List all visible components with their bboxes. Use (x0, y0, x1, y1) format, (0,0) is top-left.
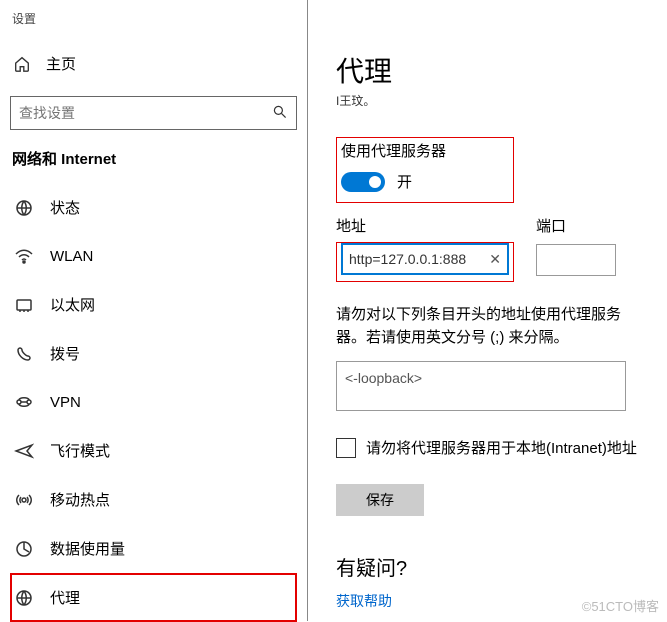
home-icon (12, 55, 32, 73)
datausage-icon (14, 539, 34, 559)
search-icon (272, 104, 288, 123)
proxy-icon (14, 588, 34, 608)
sidebar-item-label: 代理 (50, 587, 80, 608)
sidebar-item-label: WLAN (50, 248, 93, 265)
page-title: 代理 (336, 50, 667, 90)
hotspot-icon (14, 490, 34, 510)
search-input[interactable] (19, 105, 219, 121)
bypass-input[interactable]: <-loopback> (336, 361, 626, 411)
help-title: 有疑问? (336, 552, 667, 581)
settings-label: 设置 (12, 10, 297, 27)
port-input[interactable] (536, 244, 616, 276)
intranet-checkbox-label: 请勿将代理服务器用于本地(Intranet)地址 (366, 437, 637, 458)
sidebar: 设置 主页 网络和 Internet 状态 WLAN 以太网 (0, 0, 308, 621)
sidebar-item-dialup[interactable]: 拨号 (10, 329, 297, 378)
page-subtitle: I王玟。 (336, 92, 667, 109)
address-label: 地址 (336, 215, 514, 236)
sidebar-item-vpn[interactable]: VPN (10, 378, 297, 426)
intranet-checkbox[interactable] (336, 438, 356, 458)
status-icon (14, 198, 34, 218)
clear-icon[interactable]: ✕ (489, 251, 501, 268)
sidebar-item-label: 数据使用量 (50, 538, 125, 559)
save-button[interactable]: 保存 (336, 484, 424, 516)
sidebar-item-status[interactable]: 状态 (10, 183, 297, 232)
port-label: 端口 (536, 215, 616, 236)
proxy-toggle[interactable] (341, 172, 385, 192)
address-highlight: http=127.0.0.1:888 ✕ (336, 242, 514, 282)
address-value: http=127.0.0.1:888 (349, 251, 466, 267)
proxy-toggle-section: 使用代理服务器 开 (336, 137, 514, 203)
sidebar-item-label: 状态 (50, 197, 80, 218)
toggle-state-text: 开 (397, 171, 412, 192)
sidebar-item-label: 以太网 (50, 294, 95, 315)
vpn-icon (14, 392, 34, 412)
sidebar-item-ethernet[interactable]: 以太网 (10, 280, 297, 329)
sidebar-item-label: VPN (50, 394, 81, 411)
sidebar-item-hotspot[interactable]: 移动热点 (10, 475, 297, 524)
watermark: ©51CTO博客 (582, 596, 659, 615)
wifi-icon (14, 246, 34, 266)
home-row[interactable]: 主页 (10, 47, 297, 80)
section-header: 网络和 Internet (12, 148, 297, 169)
sidebar-item-label: 移动热点 (50, 489, 110, 510)
address-input[interactable]: http=127.0.0.1:888 ✕ (341, 243, 509, 275)
bypass-value: <-loopback> (345, 370, 422, 386)
bypass-note: 请勿对以下列条目开头的地址使用代理服务器。若请使用英文分号 (;) 来分隔。 (336, 304, 646, 349)
sidebar-item-proxy[interactable]: 代理 (10, 573, 297, 622)
sidebar-item-datausage[interactable]: 数据使用量 (10, 524, 297, 573)
search-box[interactable] (10, 96, 297, 130)
proxy-section-label: 使用代理服务器 (341, 140, 507, 161)
airplane-icon (14, 441, 34, 461)
sidebar-item-airplane[interactable]: 飞行模式 (10, 426, 297, 475)
ethernet-icon (14, 295, 34, 315)
home-label: 主页 (46, 53, 76, 74)
sidebar-item-label: 拨号 (50, 343, 80, 364)
main-content: 代理 I王玟。 使用代理服务器 开 地址 http=127.0.0.1:888 … (308, 0, 667, 621)
dialup-icon (14, 344, 34, 364)
sidebar-item-wlan[interactable]: WLAN (10, 232, 297, 280)
sidebar-item-label: 飞行模式 (50, 440, 110, 461)
